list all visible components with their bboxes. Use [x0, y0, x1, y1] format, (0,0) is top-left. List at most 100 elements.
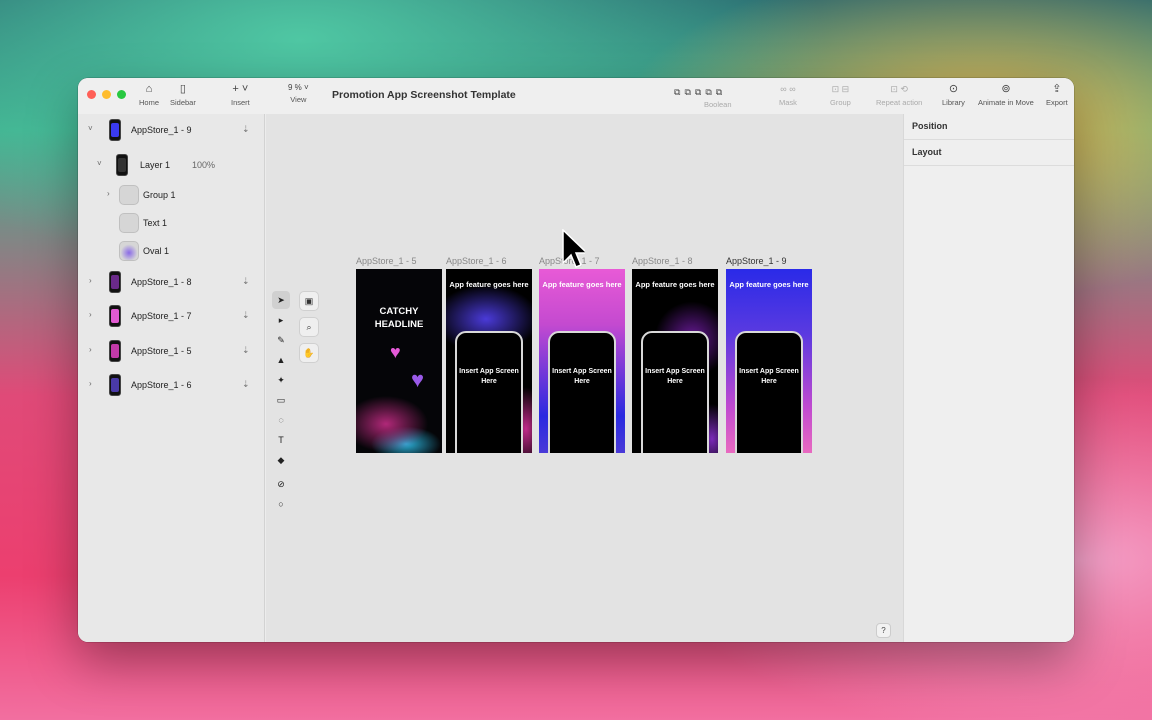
artboard-icon[interactable]: ▣	[299, 291, 319, 311]
pin-icon[interactable]: ⇣	[242, 124, 250, 135]
chevron-down-icon[interactable]: ˅	[97, 159, 102, 168]
layer-item[interactable]: › AppStore_1 - 6 ⇣	[78, 373, 265, 397]
artboard-label: AppStore_1 - 5	[356, 256, 417, 266]
document-title: Promotion App Screenshot Template	[332, 89, 516, 101]
eraser-icon[interactable]: ◆	[272, 451, 290, 469]
zoom-value: 9 %	[288, 83, 302, 92]
brush-icon[interactable]: ✦	[272, 371, 290, 389]
group-thumbnail	[119, 185, 139, 205]
artboard-label: AppStore_1 - 8	[632, 256, 693, 266]
artboard[interactable]: App feature goes here Insert App Screen …	[726, 269, 812, 453]
rectangle-icon[interactable]: ▭	[272, 391, 290, 409]
stroke-color-icon[interactable]: ⊘	[272, 475, 290, 493]
chevron-right-icon[interactable]: ›	[107, 189, 110, 198]
union-icon[interactable]: ⧉	[674, 86, 680, 99]
artboard-thumbnail	[109, 119, 121, 141]
view-tools: ▣ ⌕ ✋	[299, 291, 319, 369]
minimize-button[interactable]	[102, 90, 111, 99]
sidebar-icon: ▯	[179, 83, 186, 95]
window-controls	[87, 90, 126, 99]
chevron-down-icon[interactable]: ˅	[88, 124, 93, 133]
pin-icon[interactable]: ⇣	[242, 276, 250, 287]
boolean-icons: ⧉ ⧉ ⧉ ⧉ ⧉	[674, 86, 722, 99]
app-window: ⌂ Home ▯ Sidebar + ˅ Insert 9 % ˅ View P…	[78, 78, 1074, 642]
layers-sidebar: ˅ AppStore_1 - 9 ⇣ ˅ Layer 1 100% › Grou…	[78, 114, 265, 642]
insert-button[interactable]: + ˅ Insert	[231, 83, 250, 107]
repeat-icon: ⊡ ⟲	[890, 84, 908, 94]
intersect-icon[interactable]: ⧉	[695, 86, 701, 99]
pin-icon[interactable]: ⇣	[242, 345, 250, 356]
heart-icon: ♥	[411, 367, 425, 392]
group-icon: ⊡ ⊟	[831, 84, 850, 94]
library-button[interactable]: ⊙ Library	[942, 83, 965, 107]
chevron-right-icon[interactable]: ›	[89, 310, 92, 319]
lasso-icon[interactable]: ◌	[272, 411, 290, 429]
artboard-label: AppStore_1 - 9	[726, 256, 787, 266]
mask-button[interactable]: ∞ ∞ Mask	[779, 83, 797, 107]
chevron-right-icon[interactable]: ›	[89, 379, 92, 388]
plus-icon: + ˅	[232, 83, 249, 95]
export-button[interactable]: ⇪ Export	[1046, 83, 1068, 107]
tool-palette: ➤ ▸ ✎ ▲ ✦ ▭ ◌ T ◆ ⊘ ○	[272, 291, 290, 515]
artboard[interactable]: App feature goes here Insert App Screen …	[539, 269, 625, 453]
artboard-thumbnail	[109, 271, 121, 293]
zoom-control[interactable]: 9 % ˅ View	[288, 83, 309, 104]
zoom-button[interactable]	[117, 90, 126, 99]
direct-select-icon[interactable]: ▸	[272, 311, 290, 329]
layer-item[interactable]: ˅ AppStore_1 - 9 ⇣	[78, 118, 265, 142]
layer-item[interactable]: Oval 1	[78, 239, 265, 263]
toolbar: ⌂ Home ▯ Sidebar + ˅ Insert 9 % ˅ View P…	[78, 78, 1074, 114]
flatten-icon[interactable]: ⧉	[716, 86, 722, 99]
hand-icon[interactable]: ✋	[299, 343, 319, 363]
phone-mockup: Insert App Screen Here	[735, 331, 803, 453]
layer-item[interactable]: › Group 1	[78, 183, 265, 207]
chevron-right-icon[interactable]: ›	[89, 345, 92, 354]
catchy-headline: CATCHY HEADLINE	[374, 306, 424, 330]
phone-mockup: Insert App Screen Here	[548, 331, 616, 453]
animate-button[interactable]: ⊚ Animate in Move	[978, 83, 1034, 107]
artboard-thumbnail	[109, 374, 121, 396]
text-thumbnail	[119, 213, 139, 233]
layout-section[interactable]: Layout	[904, 140, 1074, 166]
artboard-thumbnail	[109, 340, 121, 362]
artboard[interactable]: App feature goes here Insert App Screen …	[632, 269, 718, 453]
link-icon: ∞ ∞	[780, 84, 796, 94]
position-section[interactable]: Position	[904, 114, 1074, 140]
layer-item[interactable]: › AppStore_1 - 8 ⇣	[78, 270, 265, 294]
fill-color-icon[interactable]: ○	[272, 495, 290, 513]
home-icon: ⌂	[145, 83, 153, 95]
select-arrow-icon[interactable]: ➤	[272, 291, 290, 309]
library-icon: ⊙	[948, 83, 959, 95]
inspector-panel: Position Layout	[903, 114, 1074, 642]
group-button[interactable]: ⊡ ⊟ Group	[830, 83, 851, 107]
sidebar-button[interactable]: ▯ Sidebar	[170, 83, 196, 107]
layer-item[interactable]: › AppStore_1 - 5 ⇣	[78, 339, 265, 363]
close-button[interactable]	[87, 90, 96, 99]
pin-icon[interactable]: ⇣	[242, 379, 250, 390]
zoom-icon[interactable]: ⌕	[299, 317, 319, 337]
layer-item[interactable]: › AppStore_1 - 7 ⇣	[78, 304, 265, 328]
chevron-right-icon[interactable]: ›	[89, 276, 92, 285]
repeat-action-button[interactable]: ⊡ ⟲ Repeat action	[876, 83, 922, 107]
home-button[interactable]: ⌂ Home	[139, 83, 159, 107]
subtract-icon[interactable]: ⧉	[684, 86, 690, 99]
pen-icon[interactable]: ✎	[272, 331, 290, 349]
artboard[interactable]: App feature goes here Insert App Screen …	[446, 269, 532, 453]
vector-icon[interactable]: ▲	[272, 351, 290, 369]
help-button[interactable]: ?	[876, 623, 891, 638]
phone-mockup: Insert App Screen Here	[641, 331, 709, 453]
artboard[interactable]: CATCHY HEADLINE ♥ ♥	[356, 269, 442, 453]
layer-item[interactable]: Text 1	[78, 211, 265, 235]
artboard-thumbnail	[109, 305, 121, 327]
boolean-label: Boolean	[704, 100, 732, 109]
layer-item[interactable]: ˅ Layer 1 100%	[78, 153, 265, 177]
phone-mockup: Insert App Screen Here	[455, 331, 523, 453]
artboard-label: AppStore_1 - 6	[446, 256, 507, 266]
pin-icon[interactable]: ⇣	[242, 310, 250, 321]
canvas[interactable]: ➤ ▸ ✎ ▲ ✦ ▭ ◌ T ◆ ⊘ ○ ▣ ⌕ ✋ AppStore_1 -…	[266, 114, 903, 642]
animate-icon: ⊚	[1001, 83, 1011, 95]
oval-thumbnail	[119, 241, 139, 261]
text-icon[interactable]: T	[272, 431, 290, 449]
difference-icon[interactable]: ⧉	[705, 86, 711, 99]
chevron-down-icon: ˅	[304, 83, 309, 92]
